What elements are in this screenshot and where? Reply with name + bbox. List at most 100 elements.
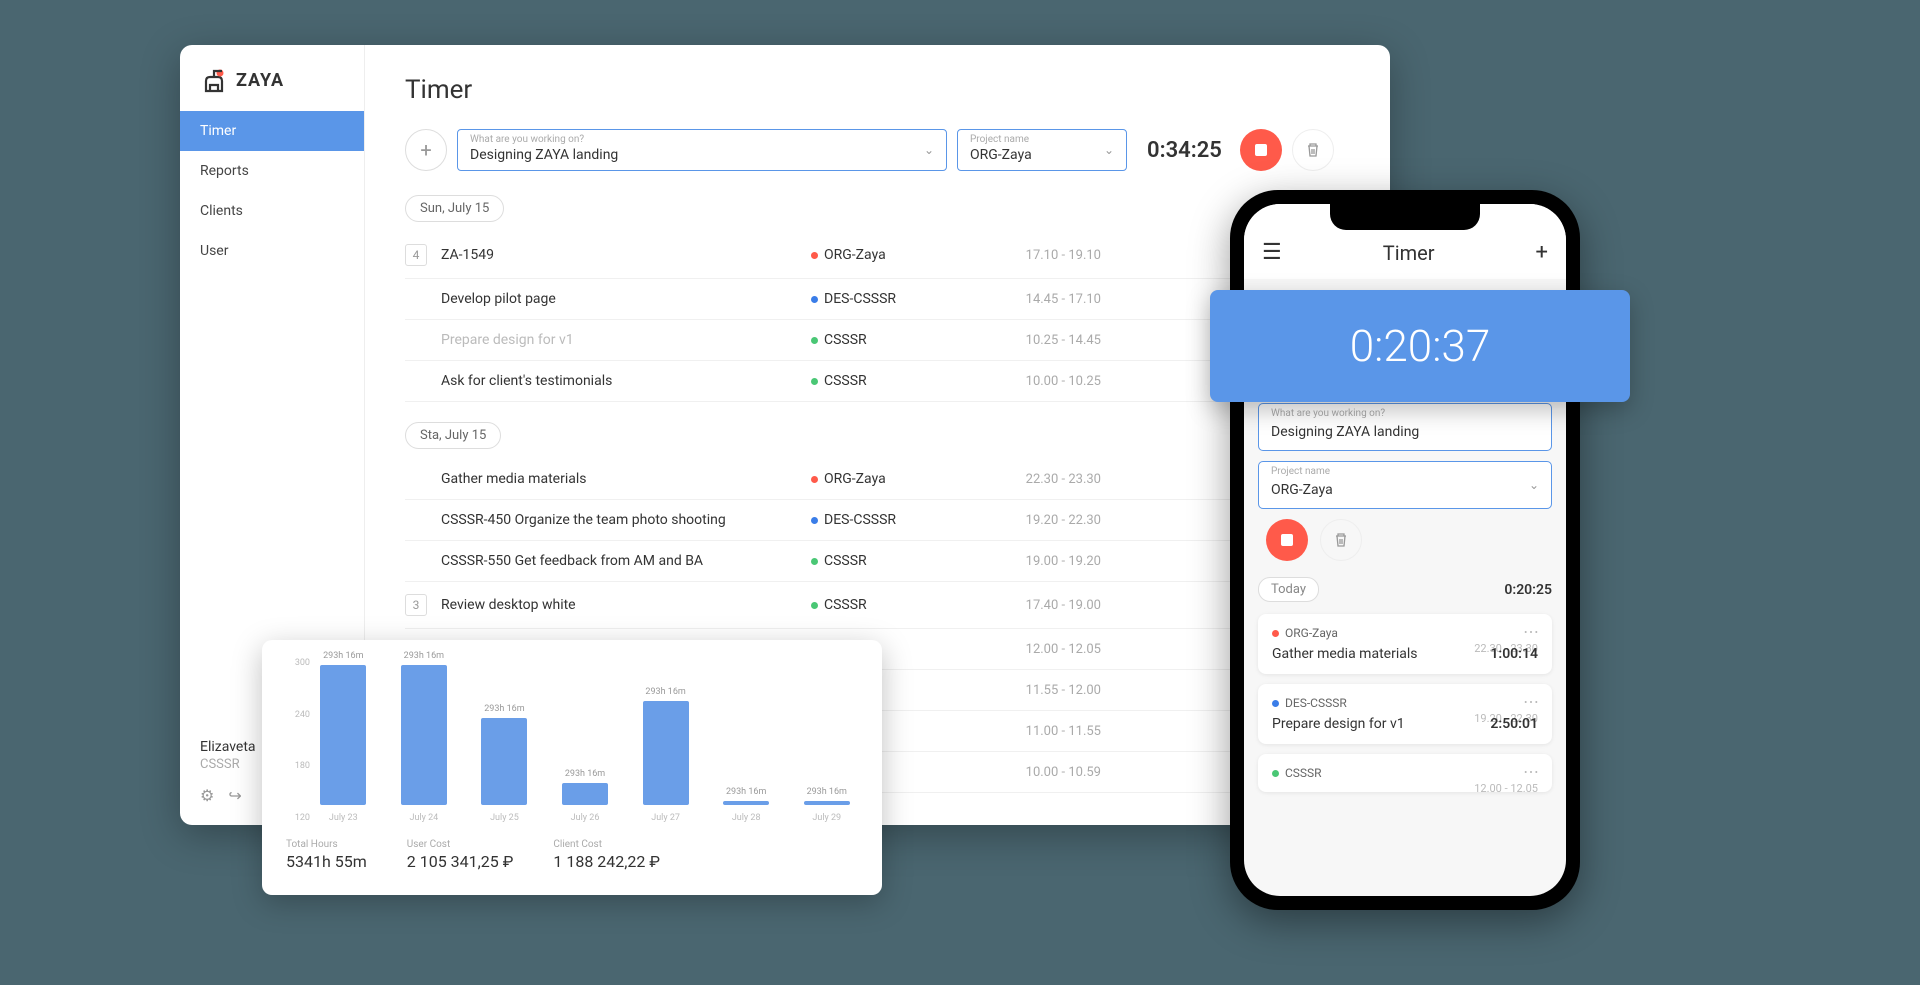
date-pill[interactable]: Sun, July 15 [405,195,504,222]
phone-task-input[interactable]: What are you working on? Designing ZAYA … [1258,403,1552,451]
entry-row[interactable]: Prepare design for v1CSSSR10.25 - 14.454 [405,320,1350,361]
entry-project: DES-CSSSR [811,291,991,307]
entry-time: 14.45 - 17.10 [991,292,1101,307]
phone-entry-card[interactable]: ⋯ DES-CSSSR 19.20 - 22.30 Prepare design… [1258,684,1552,744]
bar-label: 293h 16m [565,769,605,779]
bar-label: 293h 16m [404,651,444,661]
bar-category: July 28 [732,813,761,823]
more-icon[interactable]: ⋯ [1523,622,1540,641]
entry-row[interactable]: CSSSR-550 Get feedback from AM and BACSS… [405,541,1350,582]
bar-column: 293h 16m July 24 [393,651,456,823]
stat-block: Total Hours5341h 55m [286,839,367,871]
bar-chart: 300240180120 293h 16m July 23 293h 16m July… [286,658,858,823]
entry-time: 19.00 - 19.20 [991,554,1101,569]
entry-task: Review desktop white [441,597,811,613]
nav-clients[interactable]: Clients [180,191,364,231]
timer-banner: 0:20:37 [1210,290,1630,402]
entry-time: 19.20 - 22.30 [991,513,1101,528]
bar [562,783,608,805]
chevron-down-icon: ⌄ [1104,143,1114,157]
phone-stop-button[interactable] [1266,519,1308,561]
date-pill[interactable]: Sta, July 15 [405,422,501,449]
bar [401,665,447,805]
bar-category: July 24 [410,813,439,823]
phone-delete-button[interactable] [1320,519,1362,561]
phone-project-label: Project name [1271,466,1330,477]
settings-icon[interactable]: ⚙ [200,786,214,805]
task-input[interactable]: What are you working on? Designing ZAYA … [457,129,947,171]
chevron-down-icon: ⌄ [1529,478,1539,492]
menu-icon[interactable]: ☰ [1262,240,1282,265]
logout-icon[interactable]: ↪ [228,786,241,805]
nav-timer[interactable]: Timer [180,111,364,151]
nav-user[interactable]: User [180,231,364,271]
stat-value: 1 188 242,22 ₽ [553,852,660,871]
stat-label: User Cost [407,839,514,850]
phone-task-value: Designing ZAYA landing [1271,424,1419,440]
bar-category: July 26 [571,813,600,823]
bar-column: 293h 16m July 26 [554,769,617,823]
phone-project-select[interactable]: Project name ORG-Zaya ⌄ [1258,461,1552,509]
today-duration: 0:20:25 [1504,582,1552,598]
phone-add-button[interactable]: + [1536,240,1548,265]
entry-project: CSSSR [811,597,991,613]
bar-column: 293h 16m July 28 [715,787,778,823]
entry-row[interactable]: Gather media materialsORG-Zaya22.30 - 23… [405,459,1350,500]
today-pill[interactable]: Today [1258,577,1319,602]
trash-icon [1305,142,1321,158]
more-icon[interactable]: ⋯ [1523,762,1540,781]
entry-time: 11.00 - 11.55 [991,724,1101,739]
bar-column: 293h 16m July 27 [634,687,697,823]
bar-column: 293h 16m July 29 [795,787,858,823]
bar [320,665,366,805]
project-label: Project name [970,134,1029,145]
phone-notch [1330,204,1480,230]
phone-project-value: ORG-Zaya [1271,482,1333,498]
bar-label: 293h 16m [645,687,685,697]
chart-card: 300240180120 293h 16m July 23 293h 16m July… [262,640,882,895]
project-value: ORG-Zaya [970,147,1032,163]
banner-time: 0:20:37 [1350,320,1491,372]
bar-label: 293h 16m [726,787,766,797]
entry-time: 11.55 - 12.00 [991,683,1101,698]
delete-button[interactable] [1292,129,1334,171]
bar [481,718,527,805]
entry-row[interactable]: 4ZA-1549ORG-Zaya17.10 - 19.102:00 [405,232,1350,279]
stat-block: Client Cost 1 188 242,22 ₽ [553,839,660,871]
project-select[interactable]: Project name ORG-Zaya ⌄ [957,129,1127,171]
phone-entry-card[interactable]: ⋯ CSSSR 12.00 - 12.05 [1258,754,1552,792]
phone-entry-card[interactable]: ⋯ ORG-Zaya 22.30 - 23.30 Gather media ma… [1258,614,1552,674]
entry-task: Prepare design for v1 [441,332,811,348]
stop-button[interactable] [1240,129,1282,171]
entry-task: CSSSR-450 Organize the team photo shooti… [441,512,811,528]
stat-label: Client Cost [553,839,660,850]
entry-time: 10.00 - 10.59 [991,765,1101,780]
page-title: Timer [405,75,1350,105]
more-icon[interactable]: ⋯ [1523,692,1540,711]
logo-icon [200,67,228,93]
entry-row[interactable]: 3Review desktop whiteCSSSR17.40 - 19.00 [405,582,1350,629]
bar-label: 293h 16m [807,787,847,797]
phone-task-label: What are you working on? [1271,408,1385,419]
bar-label: 293h 16m [323,651,363,661]
y-axis: 300240180120 [286,658,310,823]
logo: ZAYA [180,45,364,111]
brand-name: ZAYA [236,70,284,91]
stat-label: Total Hours [286,839,367,850]
card-duration: 2:50:01 [1490,716,1538,732]
entry-time: 12.00 - 12.05 [991,642,1101,657]
entry-project: DES-CSSSR [811,512,991,528]
entry-row[interactable]: Develop pilot pageDES-CSSSR14.45 - 17.10… [405,279,1350,320]
bar-category: July 27 [651,813,680,823]
bar-category: July 23 [329,813,358,823]
entry-row[interactable]: Ask for client's testimonialsCSSSR10.00 … [405,361,1350,402]
nav-reports[interactable]: Reports [180,151,364,191]
entry-task: Develop pilot page [441,291,811,307]
bar [723,801,769,805]
add-entry-button[interactable]: + [405,129,447,171]
bar-category: July 29 [812,813,841,823]
stat-value: 2 105 341,25 ₽ [407,852,514,871]
entry-row[interactable]: CSSSR-450 Organize the team photo shooti… [405,500,1350,541]
bar-label: 293h 16m [484,704,524,714]
chart-stats: Total Hours5341h 55m User Cost 2 105 341,2… [286,839,858,871]
